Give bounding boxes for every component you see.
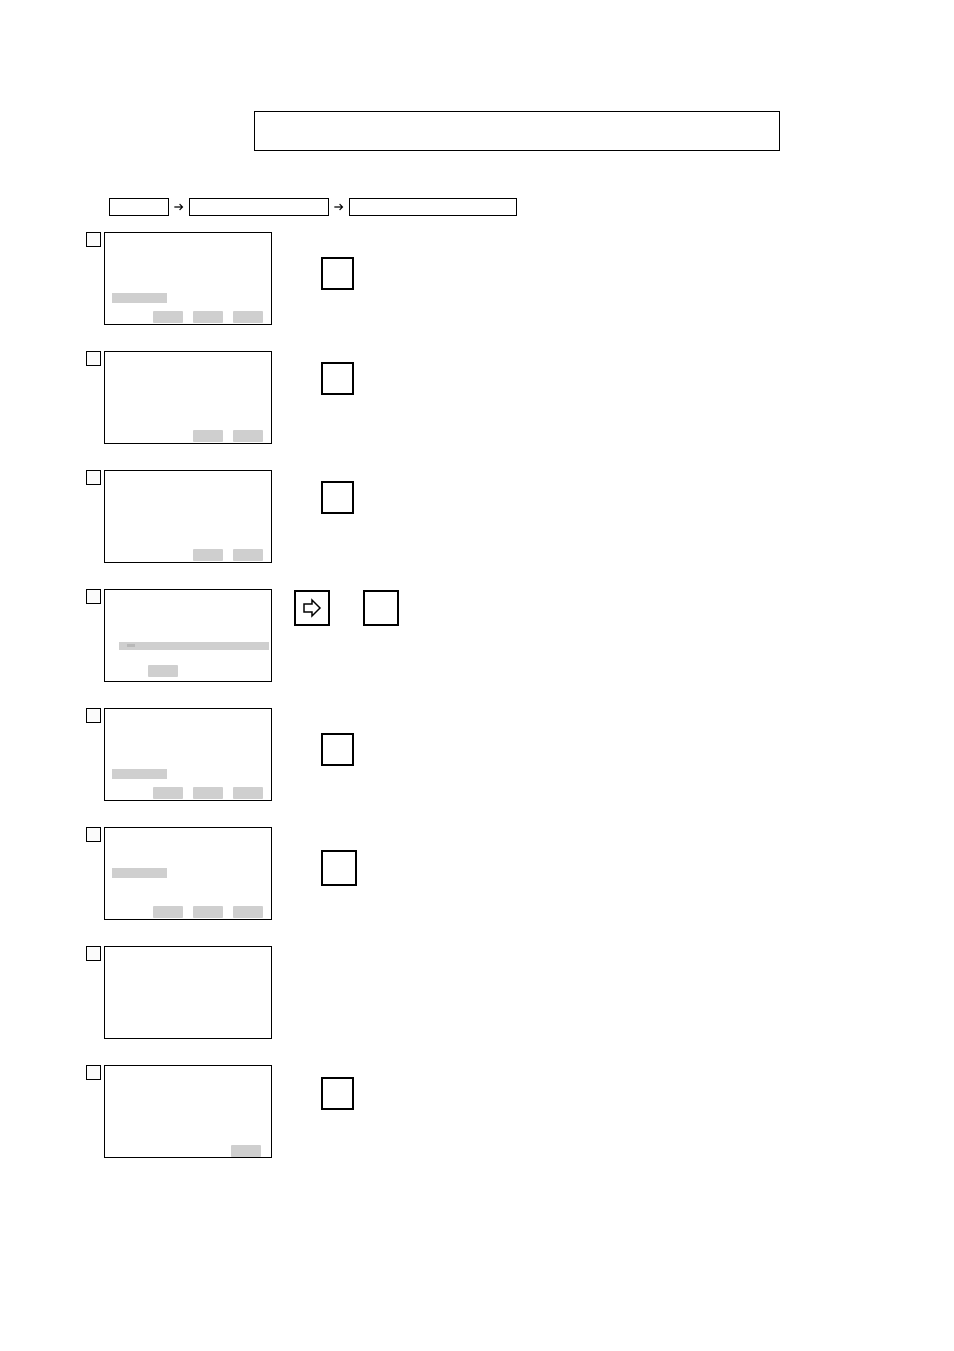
target-box[interactable] bbox=[321, 850, 357, 886]
handle-icon bbox=[127, 644, 135, 647]
breadcrumb-step-2[interactable] bbox=[189, 198, 329, 216]
arrow-right-icon bbox=[332, 200, 346, 214]
target-box[interactable] bbox=[321, 1077, 354, 1110]
target-box[interactable] bbox=[363, 590, 399, 626]
card[interactable] bbox=[104, 589, 272, 682]
row-checkbox[interactable] bbox=[86, 470, 101, 485]
card[interactable] bbox=[104, 827, 272, 920]
breadcrumb bbox=[109, 198, 517, 216]
target-box[interactable] bbox=[321, 257, 354, 290]
go-arrow-button[interactable] bbox=[294, 590, 330, 626]
row-checkbox[interactable] bbox=[86, 232, 101, 247]
arrow-right-icon bbox=[172, 200, 186, 214]
title-field[interactable] bbox=[254, 111, 780, 151]
card[interactable] bbox=[104, 351, 272, 444]
card[interactable] bbox=[104, 708, 272, 801]
target-box[interactable] bbox=[321, 733, 354, 766]
card[interactable] bbox=[104, 232, 272, 325]
breadcrumb-step-3[interactable] bbox=[349, 198, 517, 216]
page bbox=[0, 0, 954, 1351]
row-checkbox[interactable] bbox=[86, 827, 101, 842]
card[interactable] bbox=[104, 1065, 272, 1158]
row-checkbox[interactable] bbox=[86, 351, 101, 366]
row-checkbox[interactable] bbox=[86, 946, 101, 961]
row-checkbox[interactable] bbox=[86, 708, 101, 723]
row-checkbox[interactable] bbox=[86, 1065, 101, 1080]
row-checkbox[interactable] bbox=[86, 589, 101, 604]
target-box[interactable] bbox=[321, 362, 354, 395]
target-box[interactable] bbox=[321, 481, 354, 514]
breadcrumb-step-1[interactable] bbox=[109, 198, 169, 216]
card[interactable] bbox=[104, 946, 272, 1039]
card[interactable] bbox=[104, 470, 272, 563]
